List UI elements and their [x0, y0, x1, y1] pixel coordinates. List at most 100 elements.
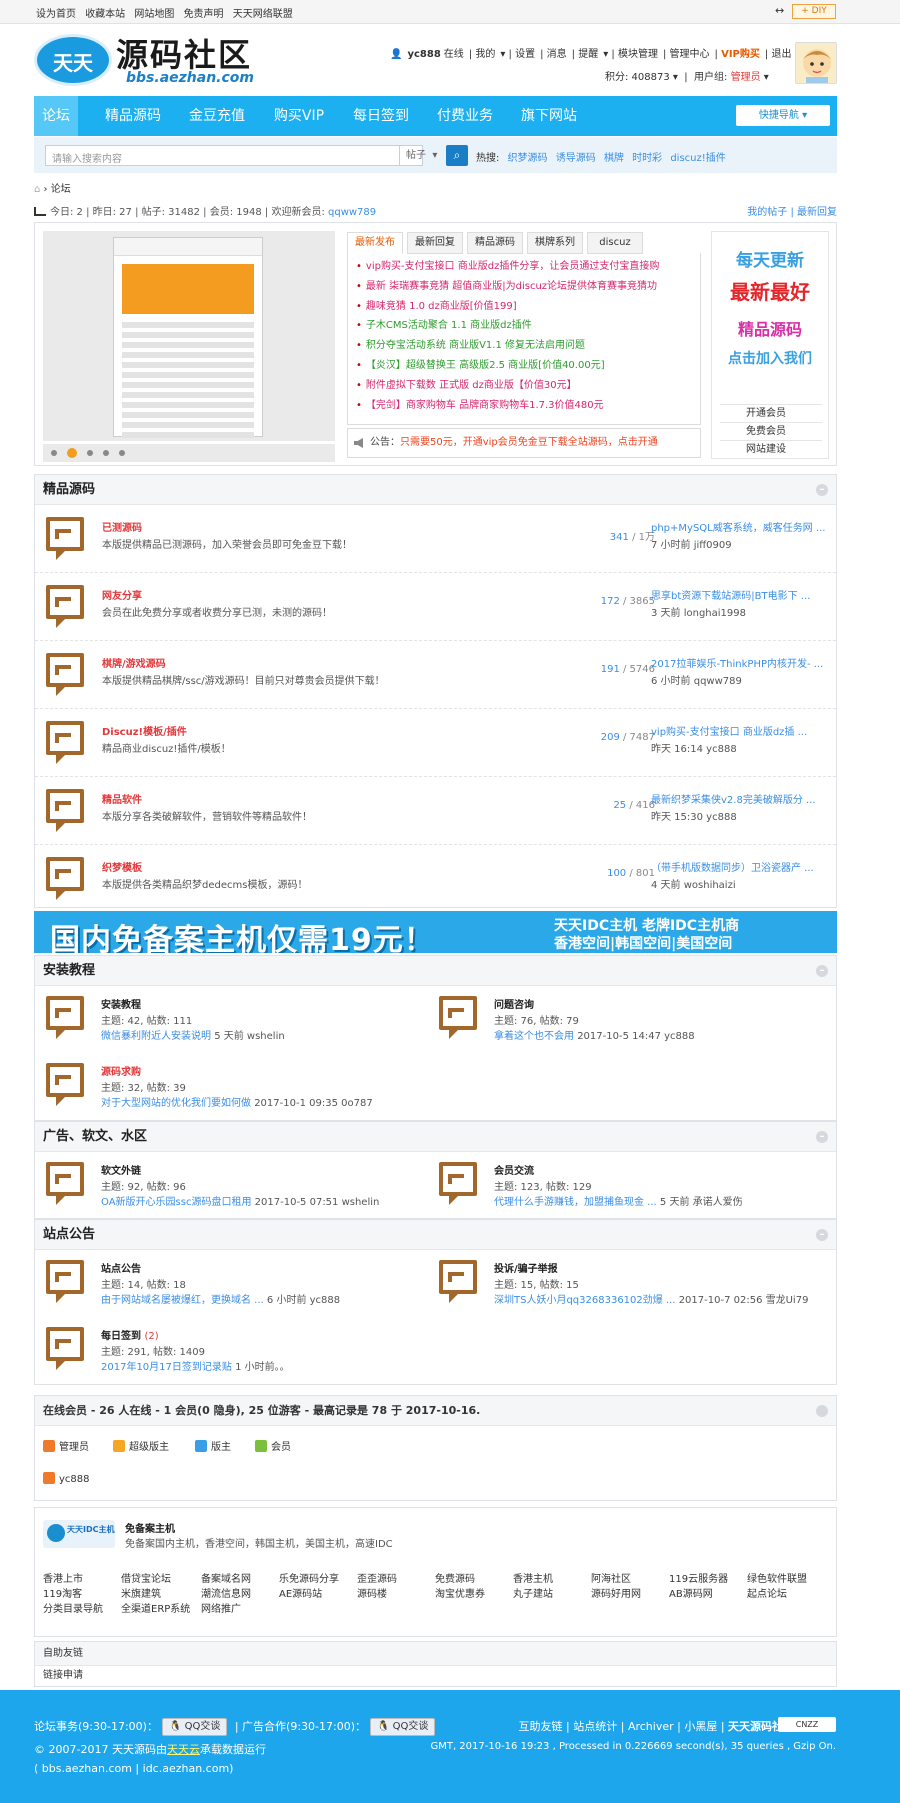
last-post-link[interactable]: OA新版开心乐园ssc源码盘口租用: [101, 1197, 251, 1208]
promo-link-vip[interactable]: 开通会员: [720, 404, 822, 422]
tab-discuz[interactable]: discuz: [587, 232, 643, 254]
collapse-icon[interactable]: –: [816, 965, 828, 977]
top-link-disclaimer[interactable]: 免责声明: [184, 9, 224, 20]
friend-link[interactable]: 潮流信息网: [201, 1585, 251, 1600]
collapse-icon[interactable]: [816, 1405, 828, 1417]
slideshow-image[interactable]: [43, 231, 335, 441]
last-post-link[interactable]: 2017年10月17日签到记录贴: [101, 1362, 232, 1373]
hot-search-link[interactable]: 诱导源码: [556, 153, 596, 164]
last-post-link[interactable]: 深圳TS人妖小月qq3268336102劲爆 ...: [494, 1295, 676, 1306]
online-user[interactable]: yc888: [43, 1472, 90, 1485]
friend-link[interactable]: 源码楼: [357, 1585, 387, 1600]
logout-link[interactable]: 退出: [771, 49, 791, 60]
forum-icon[interactable]: [46, 1063, 86, 1107]
forum-name[interactable]: 站点公告: [101, 1260, 141, 1275]
footer-cloud-link[interactable]: 天天云: [167, 1743, 200, 1756]
expand-width-icon[interactable]: ↔: [775, 5, 789, 17]
notice-link[interactable]: 只需要50元，开通vip会员免金豆下载全站源码，点击开通: [400, 437, 658, 448]
hosting-ad-banner[interactable]: 国内免备案主机仅需19元！ 天天IDC主机 老牌IDC主机商 香港空间|韩国空间…: [34, 911, 837, 953]
forum-name[interactable]: 精品软件: [102, 791, 142, 806]
latest-item[interactable]: 最新 柒瑞赛事竞猜 超值商业版|为discuz论坛提供体育赛事竞猜功: [348, 277, 700, 297]
friend-link[interactable]: 分类目录导航: [43, 1600, 103, 1615]
last-post-link[interactable]: 微信暴利附近人安装说明: [101, 1031, 211, 1042]
friend-link[interactable]: 免费源码: [435, 1570, 475, 1585]
slide-dot[interactable]: [119, 450, 125, 456]
latest-item[interactable]: 趣味竞猜 1.0 dz商业版[价值199]: [348, 297, 700, 317]
slide-dot-active[interactable]: [67, 448, 77, 458]
nav-forum[interactable]: 论坛: [34, 96, 78, 136]
vip-purchase-link[interactable]: VIP购买: [721, 49, 760, 60]
hot-search-link[interactable]: 织梦源码: [508, 153, 548, 164]
tab-chess-series[interactable]: 棋牌系列: [527, 232, 583, 254]
top-link-sitemap[interactable]: 网站地图: [134, 9, 174, 20]
friend-link[interactable]: 起点论坛: [747, 1585, 787, 1600]
last-post-link[interactable]: vip购买-支付宝接口 商业版dz插 ...: [651, 723, 826, 738]
forum-icon[interactable]: [46, 1260, 86, 1304]
friend-link[interactable]: 歪歪源码: [357, 1570, 397, 1585]
forum-name[interactable]: 源码求购: [101, 1063, 141, 1078]
slide-dot[interactable]: [103, 450, 109, 456]
forum-icon[interactable]: [46, 996, 86, 1040]
points-label[interactable]: 积分: 408873: [605, 72, 670, 83]
forum-icon[interactable]: [46, 1327, 86, 1371]
link-apply[interactable]: 链接申请: [35, 1666, 836, 1686]
friend-link[interactable]: 119淘客: [43, 1585, 82, 1600]
last-post-link[interactable]: 由于网站域名屡被爆红，更换域名 ...: [101, 1295, 264, 1306]
search-scope-select[interactable]: 帖子 ▾: [399, 146, 446, 165]
menu-my[interactable]: 我的: [475, 49, 495, 60]
search-input[interactable]: 请输入搜索内容 帖子 ▾: [45, 145, 437, 166]
link-title[interactable]: 免备案主机: [125, 1520, 175, 1535]
friend-link[interactable]: 备案域名网: [201, 1570, 251, 1585]
forum-name[interactable]: 投诉/骗子举报: [494, 1260, 558, 1275]
friend-link[interactable]: 阿海社区: [591, 1570, 631, 1585]
top-link-bookmark[interactable]: 收藏本站: [85, 9, 125, 20]
top-link-home[interactable]: 设为首页: [36, 9, 76, 20]
search-icon[interactable]: ⌕: [446, 145, 468, 166]
menu-module-manage[interactable]: 模块管理: [618, 49, 658, 60]
hot-search-link[interactable]: 时时彩: [632, 153, 662, 164]
qq-chat-button[interactable]: 🐧 QQ交谈: [161, 1718, 228, 1736]
friend-link[interactable]: 香港上市: [43, 1570, 83, 1585]
promo-link-build[interactable]: 网站建设: [720, 440, 822, 458]
hot-search-link[interactable]: 棋牌: [604, 153, 624, 164]
forum-name[interactable]: 已测源码: [102, 519, 142, 534]
forum-name[interactable]: Discuz!模板/插件: [102, 723, 187, 738]
last-post-link[interactable]: 2017拉菲娱乐-ThinkPHP内核开发- ...: [651, 655, 826, 670]
friend-link[interactable]: 乐免源码分享: [279, 1570, 339, 1585]
latest-item[interactable]: vip购买-支付宝接口 商业版dz插件分享，让会员通过支付宝直接购: [348, 257, 700, 277]
user-group[interactable]: 管理员: [731, 72, 761, 83]
quick-nav-button[interactable]: 快捷导航 ▾: [736, 105, 830, 126]
friend-link[interactable]: AB源码网: [669, 1585, 713, 1600]
friend-link[interactable]: 网络推广: [201, 1600, 241, 1615]
forum-icon[interactable]: [46, 1162, 86, 1206]
footer-links[interactable]: 互助友链 | 站点统计 | Archiver | 小黑屋 |: [519, 1720, 725, 1733]
friend-link[interactable]: 淘宝优惠券: [435, 1585, 485, 1600]
forum-icon[interactable]: [46, 857, 86, 901]
forum-name[interactable]: 问题咨询: [494, 996, 534, 1011]
last-post-link[interactable]: 拿着这个也不会用: [494, 1031, 574, 1042]
collapse-icon[interactable]: –: [816, 484, 828, 496]
latest-item[interactable]: 积分夺宝活动系统 商业版V1.1 修复无法启用问题: [348, 336, 700, 356]
slide-dot[interactable]: [87, 450, 93, 456]
nav-buy-vip[interactable]: 购买VIP: [260, 96, 338, 136]
forum-icon[interactable]: [439, 996, 479, 1040]
friend-link[interactable]: 源码好用网: [591, 1585, 641, 1600]
cnzz-badge[interactable]: CNZZ: [778, 1717, 836, 1732]
collapse-icon[interactable]: –: [816, 1131, 828, 1143]
nav-premium-source[interactable]: 精品源码: [86, 96, 180, 136]
friend-link[interactable]: 绿色软件联盟: [747, 1570, 807, 1585]
latest-item[interactable]: 子木CMS活动聚合 1.1 商业版dz插件: [348, 316, 700, 336]
tab-latest-posts[interactable]: 最新发布: [347, 232, 403, 254]
top-link-alliance[interactable]: 天天网络联盟: [233, 9, 293, 20]
nav-sub-sites[interactable]: 旗下网站: [510, 96, 588, 136]
nav-paid-services[interactable]: 付费业务: [426, 96, 504, 136]
nav-daily-signin[interactable]: 每日签到: [342, 96, 420, 136]
forum-icon[interactable]: [439, 1260, 479, 1304]
avatar[interactable]: [795, 42, 837, 84]
latest-item[interactable]: 【完剑】商家购物车 品牌商家购物车1.7.3价值480元: [348, 396, 700, 416]
menu-admin-center[interactable]: 管理中心: [670, 49, 710, 60]
home-icon[interactable]: ⌂: [34, 184, 40, 195]
forum-icon[interactable]: [439, 1162, 479, 1206]
friend-link[interactable]: AE源码站: [279, 1585, 322, 1600]
breadcrumb-forum[interactable]: 论坛: [51, 184, 71, 195]
